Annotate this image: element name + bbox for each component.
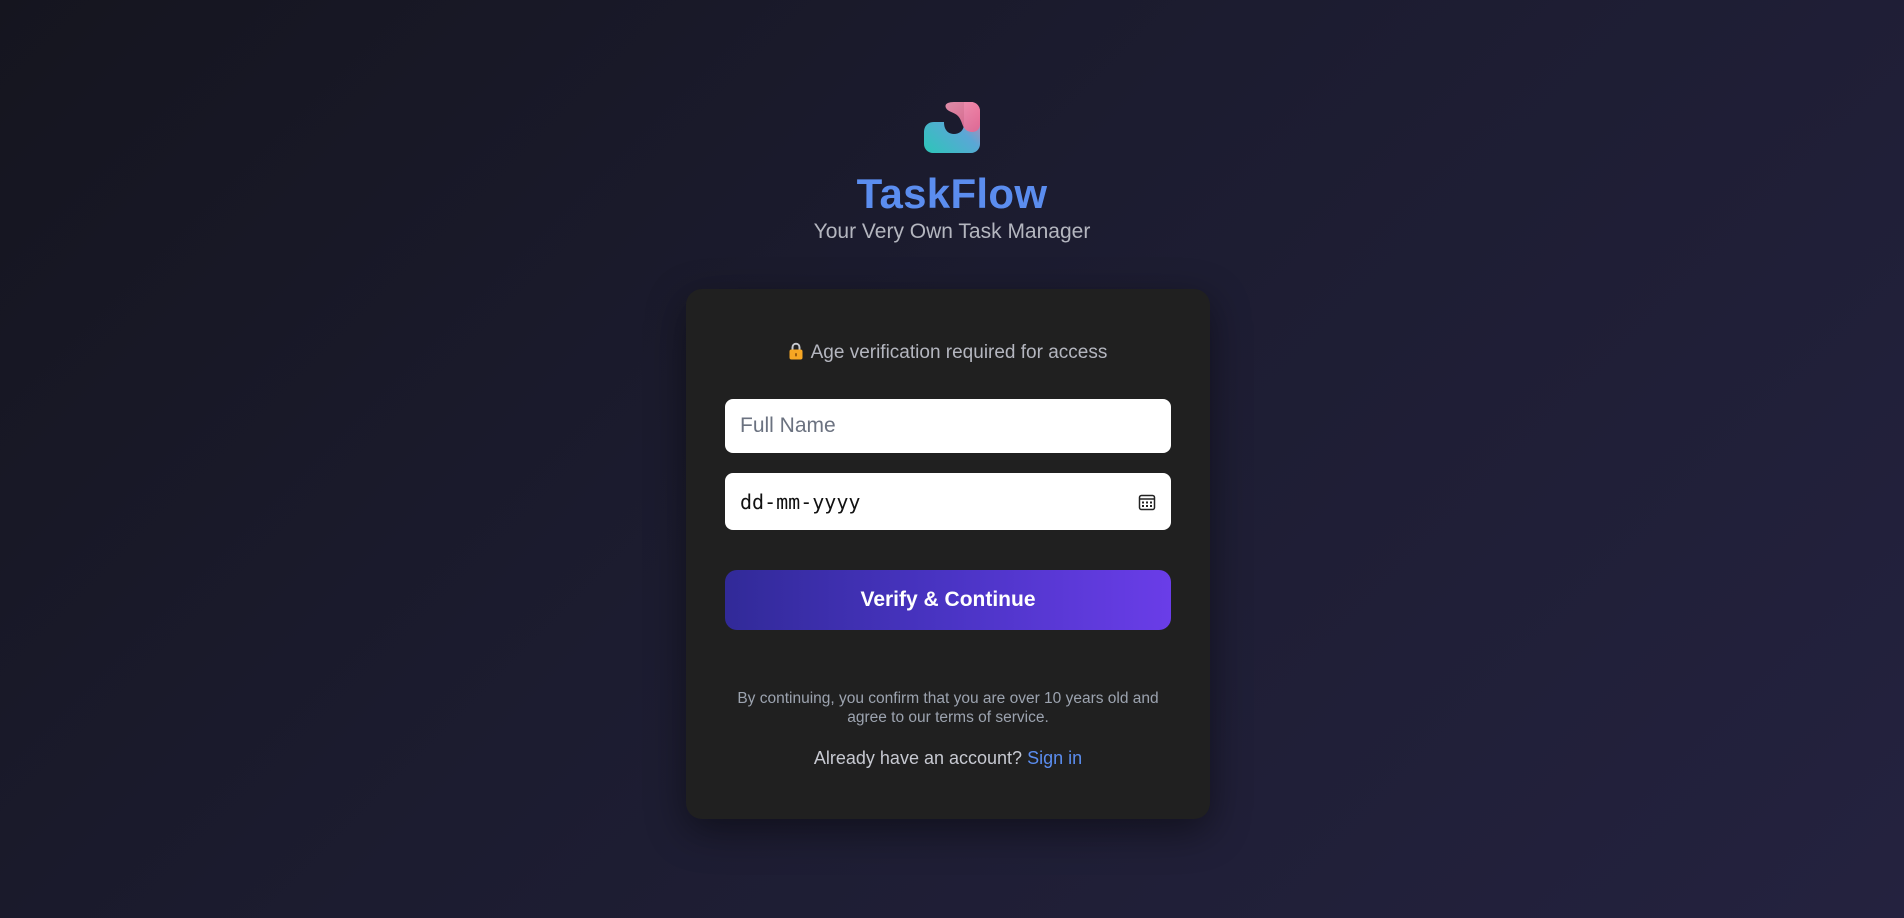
taskflow-logo-icon bbox=[924, 102, 980, 153]
calendar-icon[interactable] bbox=[1138, 493, 1156, 511]
full-name-input[interactable] bbox=[725, 399, 1171, 453]
age-verification-card: Age verification required for access dd-… bbox=[686, 289, 1210, 819]
signin-row: Already have an account? Sign in bbox=[686, 746, 1210, 770]
brand-title: TaskFlow bbox=[856, 170, 1048, 217]
date-placeholder: dd-mm-yyyy bbox=[740, 489, 861, 514]
date-of-birth-input[interactable]: dd-mm-yyyy bbox=[725, 473, 1171, 530]
brand-header: TaskFlow Your Very Own Task Manager bbox=[0, 100, 1904, 245]
notice-text: Age verification required for access bbox=[810, 342, 1108, 363]
verify-continue-button[interactable]: Verify & Continue bbox=[725, 570, 1171, 630]
lock-icon bbox=[789, 342, 803, 360]
terms-notice: By continuing, you confirm that you are … bbox=[737, 690, 1159, 726]
age-verification-notice: Age verification required for access bbox=[686, 341, 1210, 365]
signin-prompt: Already have an account? bbox=[813, 748, 1023, 768]
brand-subtitle: Your Very Own Task Manager bbox=[813, 220, 1091, 243]
signin-link[interactable]: Sign in bbox=[1027, 748, 1082, 768]
